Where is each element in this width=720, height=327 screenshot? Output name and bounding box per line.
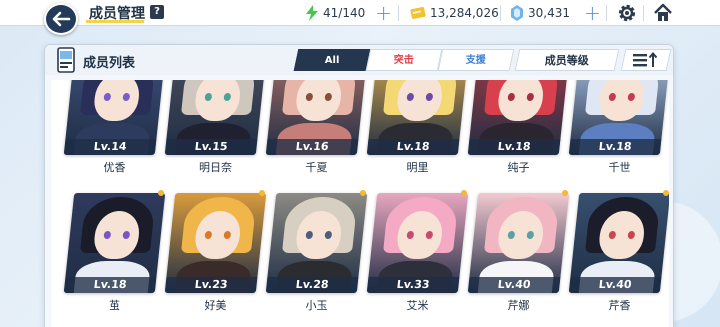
lightning-icon xyxy=(306,5,318,21)
notification-dot xyxy=(461,190,467,196)
member-portrait: Lv.40 xyxy=(467,193,570,293)
member-portrait: Lv.18 xyxy=(63,193,166,293)
member-grid: Lv.14 优香 Lv.15 明日奈 Lv.16 千夏 Lv.18 明里 Lv.18 纯子 Lv.1… xyxy=(51,80,669,327)
member-row: Lv.14 优香 Lv.15 明日奈 Lv.16 千夏 Lv.18 明里 Lv.18 纯子 Lv.1… xyxy=(63,80,669,174)
tab-striker[interactable]: 突击 xyxy=(365,49,443,71)
filter-tabs: All 突击 支援 xyxy=(293,49,515,71)
credits-resource: 13,284,026 xyxy=(410,4,499,22)
member-level: Lv.33 xyxy=(366,277,460,293)
member-card[interactable]: Lv.40 芹娜 xyxy=(467,190,570,312)
member-level: Lv.18 xyxy=(568,139,662,155)
member-name: 好美 xyxy=(204,299,227,312)
help-button[interactable]: ? xyxy=(150,5,164,19)
panel-header: 成员列表 All 突击 支援 成员等级 xyxy=(45,45,673,75)
notification-dot xyxy=(663,190,669,196)
member-level: Lv.14 xyxy=(63,139,157,155)
back-button[interactable] xyxy=(44,3,78,35)
member-card[interactable]: Lv.18 明里 xyxy=(366,80,469,174)
notification-dot xyxy=(360,190,366,196)
member-card[interactable]: Lv.14 优香 xyxy=(63,80,166,174)
member-portrait: Lv.14 xyxy=(63,80,166,155)
divider xyxy=(643,5,644,21)
member-card[interactable]: Lv.28 小玉 xyxy=(265,190,368,312)
member-name: 小玉 xyxy=(305,299,328,312)
member-level: Lv.40 xyxy=(568,277,662,293)
ap-plus-button[interactable]: + xyxy=(375,3,392,23)
tab-all[interactable]: All xyxy=(293,49,371,71)
member-portrait: Lv.28 xyxy=(265,193,368,293)
member-portrait: Lv.18 xyxy=(568,80,669,155)
ap-value: 41/140 xyxy=(323,6,366,20)
member-level: Lv.15 xyxy=(164,139,258,155)
member-portrait: Lv.15 xyxy=(164,80,267,155)
member-level: Lv.23 xyxy=(164,277,258,293)
sort-dropdown[interactable]: 成员等级 xyxy=(514,49,620,71)
member-name: 明里 xyxy=(406,161,429,174)
list-card-icon xyxy=(57,47,75,73)
member-name: 芹娜 xyxy=(507,299,530,312)
sort-order-button[interactable] xyxy=(620,49,672,71)
member-name: 千世 xyxy=(608,161,631,174)
member-name: 明日奈 xyxy=(199,161,232,174)
member-portrait: Lv.23 xyxy=(164,193,267,293)
member-level: Lv.18 xyxy=(366,139,460,155)
member-name: 优香 xyxy=(103,161,126,174)
member-name: 茧 xyxy=(109,299,120,312)
pyroxene-plus-button[interactable]: + xyxy=(584,3,601,23)
member-card[interactable]: Lv.18 纯子 xyxy=(467,80,570,174)
member-level: Lv.40 xyxy=(467,277,561,293)
member-level: Lv.16 xyxy=(265,139,359,155)
title-underline xyxy=(86,20,144,23)
gear-icon[interactable] xyxy=(617,3,637,23)
member-level: Lv.18 xyxy=(467,139,561,155)
notification-dot xyxy=(562,190,568,196)
member-card[interactable]: Lv.18 千世 xyxy=(568,80,669,174)
member-card[interactable]: Lv.18 茧 xyxy=(63,190,166,312)
arrow-left-icon xyxy=(52,11,71,27)
credit-icon xyxy=(410,7,426,19)
member-card[interactable]: Lv.23 好美 xyxy=(164,190,267,312)
member-list-panel: 成员列表 All 突击 支援 成员等级 Lv.14 优香 Lv.15 明日奈 Lv.16… xyxy=(44,44,674,327)
member-portrait: Lv.16 xyxy=(265,80,368,155)
sort-ascending-icon xyxy=(633,52,658,67)
member-card[interactable]: Lv.33 艾米 xyxy=(366,190,469,312)
member-card[interactable]: Lv.15 明日奈 xyxy=(164,80,267,174)
member-card[interactable]: Lv.40 芹香 xyxy=(568,190,669,312)
gem-icon xyxy=(511,5,523,21)
member-card[interactable]: Lv.16 千夏 xyxy=(265,80,368,174)
member-portrait: Lv.33 xyxy=(366,193,469,293)
tab-special[interactable]: 支援 xyxy=(437,49,515,71)
pyroxene-resource: 30,431 + xyxy=(510,3,601,23)
member-portrait: Lv.18 xyxy=(467,80,570,155)
member-level: Lv.18 xyxy=(63,277,157,293)
notification-dot xyxy=(158,190,164,196)
member-level: Lv.28 xyxy=(265,277,359,293)
member-name: 千夏 xyxy=(305,161,328,174)
divider xyxy=(500,5,501,21)
member-row: Lv.18 茧 Lv.23 好美 Lv.28 小玉 Lv.33 艾米 Lv.40 芹娜 Lv.40 芹… xyxy=(63,190,669,312)
credits-value: 13,284,026 xyxy=(430,6,499,20)
member-name: 纯子 xyxy=(507,161,530,174)
divider xyxy=(398,5,399,21)
pyroxene-value: 30,431 xyxy=(528,6,570,20)
divider xyxy=(606,5,607,21)
ap-resource: 41/140 + xyxy=(305,3,392,23)
home-icon[interactable] xyxy=(653,3,673,23)
member-portrait: Lv.18 xyxy=(366,80,469,155)
member-name: 艾米 xyxy=(406,299,429,312)
member-name: 芹香 xyxy=(608,299,631,312)
panel-title: 成员列表 xyxy=(83,56,136,71)
member-portrait: Lv.40 xyxy=(568,193,669,293)
top-bar: 成员管理 ? 41/140 + 13,284,026 30,431 + xyxy=(0,0,720,35)
notification-dot xyxy=(259,190,265,196)
